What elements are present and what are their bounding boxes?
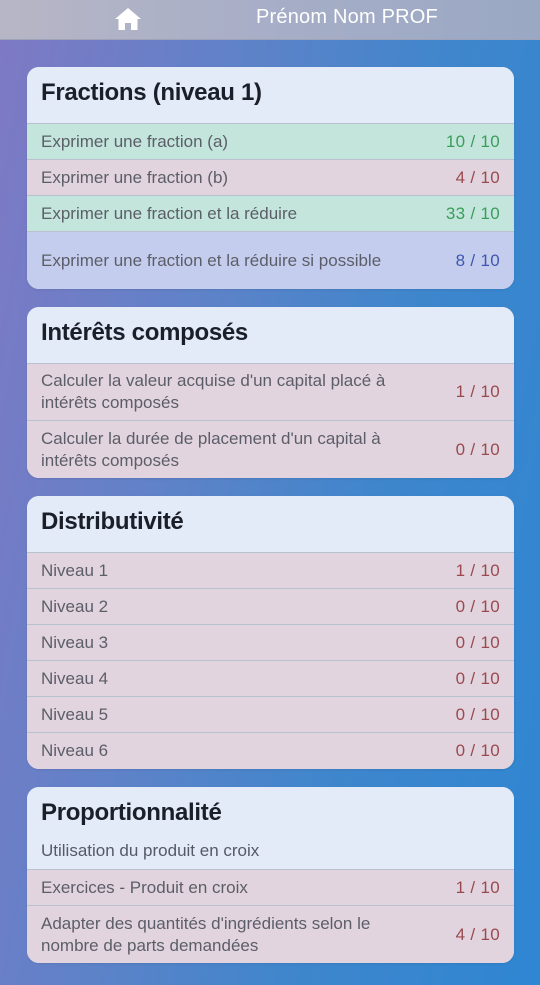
exercise-row[interactable]: Exprimer une fraction et la réduire si p… bbox=[27, 232, 514, 289]
section-header: Distributivité bbox=[27, 496, 514, 553]
section-title: Intérêts composés bbox=[41, 319, 248, 346]
section-header: Intérêts composés bbox=[27, 307, 514, 364]
section-card-fractions: Fractions (niveau 1) Exprimer une fracti… bbox=[27, 67, 514, 289]
exercise-row[interactable]: Calculer la durée de placement d'un capi… bbox=[27, 421, 514, 478]
exercise-label: Adapter des quantités d'ingrédients selo… bbox=[41, 913, 371, 955]
exercise-score: 1 / 10 bbox=[455, 877, 500, 897]
exercise-label: Niveau 1 bbox=[41, 560, 109, 580]
exercise-score: 10 / 10 bbox=[445, 131, 500, 151]
exercise-label: Niveau 3 bbox=[41, 632, 109, 652]
exercise-score: 0 / 10 bbox=[455, 596, 500, 616]
section-subtitle: Utilisation du produit en croix bbox=[41, 841, 260, 860]
exercise-row[interactable]: Niveau 2 0 / 10 bbox=[27, 589, 514, 625]
home-button[interactable] bbox=[112, 5, 144, 33]
exercise-score: 33 / 10 bbox=[445, 203, 500, 223]
exercise-label: Exprimer une fraction (b) bbox=[41, 167, 229, 187]
exercise-score: 8 / 10 bbox=[455, 250, 500, 270]
section-card-distributivite: Distributivité Niveau 1 1 / 10 Niveau 2 … bbox=[27, 496, 514, 769]
exercise-score: 0 / 10 bbox=[455, 704, 500, 724]
exercise-label: Exercices - Produit en croix bbox=[41, 877, 248, 897]
exercise-row[interactable]: Exprimer une fraction (a) 10 / 10 bbox=[27, 124, 514, 160]
exercise-score: 1 / 10 bbox=[455, 382, 500, 401]
exercise-label: Niveau 4 bbox=[41, 668, 109, 688]
top-bar: Prénom Nom PROF bbox=[0, 0, 540, 40]
section-title: Proportionnalité bbox=[41, 799, 222, 826]
exercise-score: 0 / 10 bbox=[455, 439, 500, 459]
user-name[interactable]: Prénom Nom PROF bbox=[256, 6, 438, 29]
exercise-label: Calculer la valeur acquise d'un capital … bbox=[41, 371, 386, 412]
exercise-score: 4 / 10 bbox=[455, 167, 500, 187]
exercise-label: Exprimer une fraction (a) bbox=[41, 131, 229, 151]
exercise-row[interactable]: Exprimer une fraction et la réduire 33 /… bbox=[27, 196, 514, 232]
exercise-score: 0 / 10 bbox=[455, 632, 500, 652]
exercise-label: Niveau 5 bbox=[41, 704, 109, 724]
exercise-list: Fractions (niveau 1) Exprimer une fracti… bbox=[27, 67, 514, 981]
exercise-label: Exprimer une fraction et la réduire si p… bbox=[41, 250, 382, 270]
section-card-interets-composes: Intérêts composés Calculer la valeur acq… bbox=[27, 307, 514, 478]
exercise-row[interactable]: Niveau 6 0 / 10 bbox=[27, 733, 514, 769]
exercise-row[interactable]: Niveau 3 0 / 10 bbox=[27, 625, 514, 661]
exercise-row[interactable]: Adapter des quantités d'ingrédients selo… bbox=[27, 906, 514, 963]
exercise-score: 0 / 10 bbox=[455, 668, 500, 688]
exercise-label: Niveau 6 bbox=[41, 741, 109, 760]
exercise-row[interactable]: Niveau 4 0 / 10 bbox=[27, 661, 514, 697]
section-title: Fractions (niveau 1) bbox=[41, 79, 262, 106]
section-header: Fractions (niveau 1) bbox=[27, 67, 514, 124]
exercise-row[interactable]: Exercices - Produit en croix 1 / 10 bbox=[27, 870, 514, 906]
exercise-score: 4 / 10 bbox=[455, 924, 500, 944]
section-header: Proportionnalité Utilisation du produit … bbox=[27, 787, 514, 870]
exercise-label: Niveau 2 bbox=[41, 596, 109, 616]
exercise-score: 0 / 10 bbox=[455, 741, 500, 760]
exercise-score: 1 / 10 bbox=[455, 560, 500, 580]
exercise-label: Calculer la durée de placement d'un capi… bbox=[41, 428, 381, 470]
section-title: Distributivité bbox=[41, 508, 184, 535]
exercise-row[interactable]: Niveau 1 1 / 10 bbox=[27, 553, 514, 589]
exercise-row[interactable]: Exprimer une fraction (b) 4 / 10 bbox=[27, 160, 514, 196]
exercise-row[interactable]: Niveau 5 0 / 10 bbox=[27, 697, 514, 733]
exercise-row[interactable]: Calculer la valeur acquise d'un capital … bbox=[27, 364, 514, 421]
exercise-label: Exprimer une fraction et la réduire bbox=[41, 203, 298, 223]
home-icon bbox=[115, 8, 141, 30]
section-card-proportionnalite: Proportionnalité Utilisation du produit … bbox=[27, 787, 514, 963]
